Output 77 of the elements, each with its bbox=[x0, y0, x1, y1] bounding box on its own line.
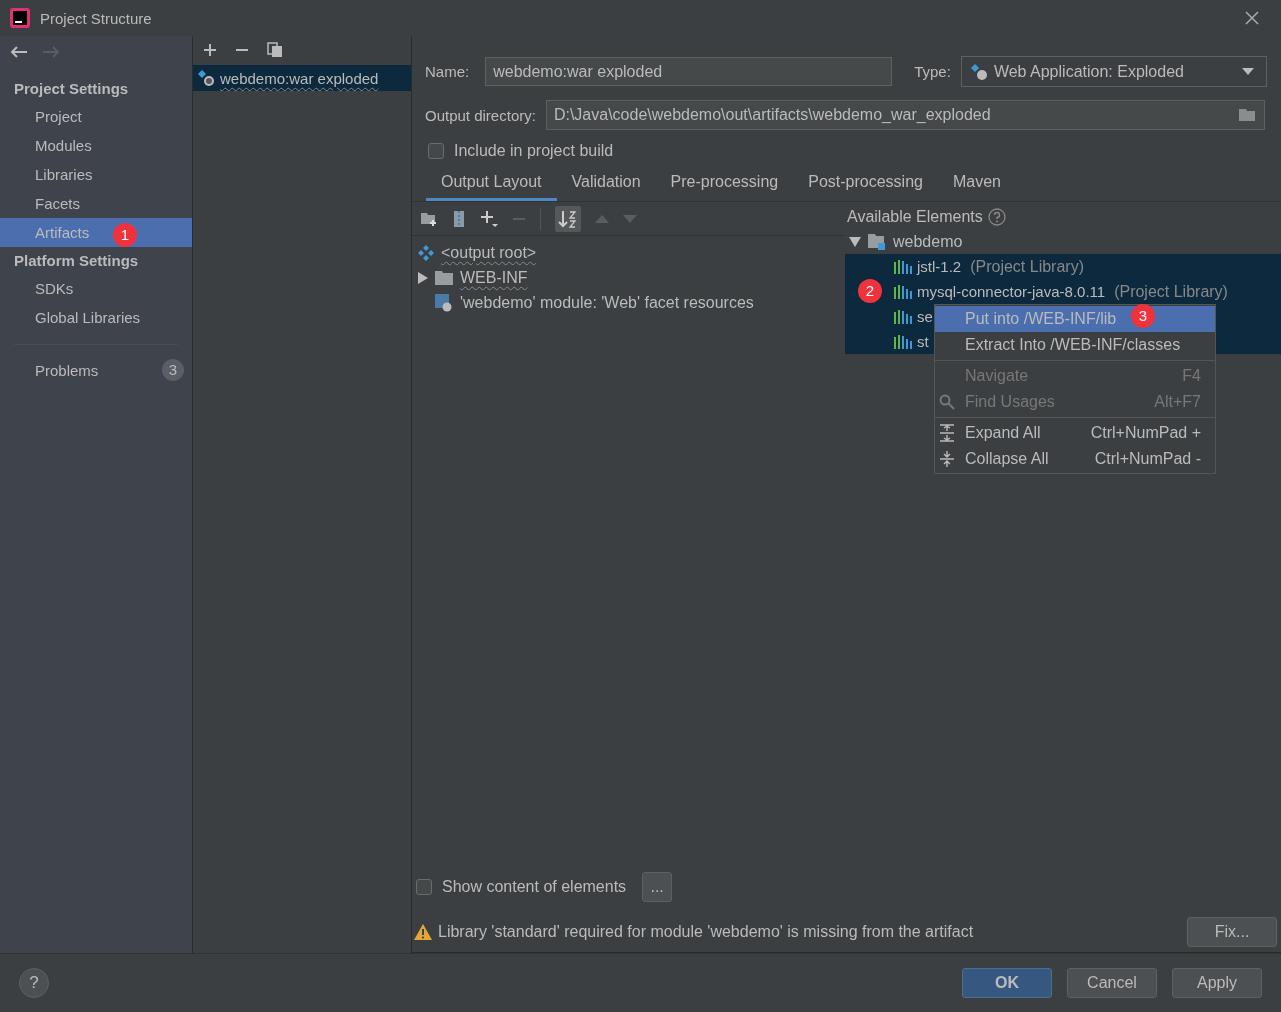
app-logo-icon bbox=[10, 8, 30, 28]
library-icon bbox=[894, 334, 912, 349]
web-module-icon bbox=[435, 293, 453, 312]
dialog-button[interactable]: Apply bbox=[1172, 968, 1262, 998]
folder-icon bbox=[435, 270, 453, 285]
tab[interactable]: Pre-processing bbox=[655, 173, 794, 201]
annotation-badge: 2 bbox=[858, 279, 882, 303]
library-row[interactable]: 2 mysql-connector-java-8.0.11 (Project Library) bbox=[845, 279, 1281, 304]
sidebar-item[interactable]: Libraries bbox=[0, 160, 192, 189]
checkbox[interactable] bbox=[416, 879, 432, 895]
dialog-button[interactable]: Cancel bbox=[1067, 968, 1157, 998]
help-button[interactable]: ? bbox=[19, 968, 49, 998]
tree-item[interactable]: 'webdemo' module: 'Web' facet resources bbox=[460, 293, 754, 312]
sidebar-item[interactable]: Project bbox=[0, 102, 192, 131]
menu-item[interactable]: Put into /WEB-INF/lib 3 bbox=[935, 306, 1215, 332]
library-icon bbox=[894, 309, 912, 324]
output-directory-field[interactable]: D:\Java\code\webdemo\out\artifacts\webdemo_war_exploded bbox=[545, 100, 1265, 130]
warning-message: Library 'standard' required for module 'webdemo' is missing from the artifact bbox=[438, 923, 974, 941]
sidebar-item[interactable]: Problems bbox=[35, 361, 162, 379]
tab[interactable]: Maven bbox=[937, 173, 1016, 201]
name-field[interactable]: webdemo:war exploded bbox=[485, 57, 893, 86]
tab[interactable]: Post-processing bbox=[793, 173, 938, 201]
sidebar-item[interactable]: Facets bbox=[0, 189, 192, 218]
dialog-button[interactable]: OK bbox=[962, 968, 1052, 998]
sidebar-item[interactable]: SDKs bbox=[0, 274, 192, 303]
checkbox[interactable] bbox=[428, 143, 444, 159]
folder-icon[interactable] bbox=[1239, 108, 1257, 122]
menu-item[interactable]: Extract Into /WEB-INF/classes bbox=[935, 332, 1215, 358]
library-row[interactable]: jstl-1.2 (Project Library) bbox=[845, 254, 1281, 279]
fix-button[interactable]: Fix... bbox=[1187, 917, 1277, 947]
name-label: Name: bbox=[425, 63, 470, 80]
output-root-icon bbox=[418, 244, 434, 261]
artifact-item[interactable]: webdemo:war exploded bbox=[193, 65, 411, 91]
problem-count: 3 bbox=[162, 359, 184, 381]
section-heading: Platform Settings bbox=[13, 251, 140, 271]
annotation-badge: 1 bbox=[113, 223, 137, 247]
sidebar-item[interactable]: Artifacts 1 bbox=[0, 218, 192, 247]
tree-item[interactable]: WEB-INF bbox=[460, 268, 528, 287]
web-artifact-icon bbox=[969, 62, 988, 81]
menu-item[interactable]: Collapse All Ctrl+NumPad - bbox=[935, 446, 1215, 472]
type-label: Type: bbox=[914, 63, 951, 80]
tab[interactable]: Validation bbox=[556, 173, 656, 201]
library-icon bbox=[894, 284, 912, 299]
new-folder-icon[interactable] bbox=[420, 210, 438, 227]
more-button[interactable]: ... bbox=[642, 872, 673, 902]
warning-icon bbox=[414, 924, 432, 940]
copy-icon[interactable] bbox=[267, 42, 283, 58]
tree-item[interactable]: <output root> bbox=[441, 243, 537, 262]
sidebar-item[interactable]: Global Libraries bbox=[0, 303, 192, 332]
expand-arrow-icon[interactable] bbox=[418, 271, 428, 284]
web-artifact-icon bbox=[197, 69, 215, 87]
show-content-label: Show content of elements bbox=[442, 878, 627, 896]
section-heading: Project Settings bbox=[13, 79, 130, 99]
output-directory-label: Output directory: bbox=[425, 106, 536, 124]
expand-arrow-icon[interactable] bbox=[849, 236, 861, 247]
tree-item[interactable]: webdemo bbox=[893, 232, 963, 251]
tab[interactable]: Output Layout bbox=[426, 173, 557, 201]
dropdown-arrow-icon bbox=[1242, 67, 1254, 76]
back-arrow-icon[interactable] bbox=[10, 45, 28, 59]
window-title: Project Structure bbox=[40, 9, 152, 27]
collapse-all-icon bbox=[939, 450, 955, 468]
menu-item[interactable]: Expand All Ctrl+NumPad + bbox=[935, 420, 1215, 446]
archive-icon[interactable] bbox=[452, 209, 466, 228]
expand-all-icon bbox=[939, 424, 955, 442]
annotation-badge: 3 bbox=[1131, 304, 1155, 328]
sidebar-item[interactable]: Modules bbox=[0, 131, 192, 160]
add-icon[interactable] bbox=[203, 43, 217, 57]
help-icon[interactable] bbox=[987, 207, 1006, 226]
add-icon[interactable] bbox=[480, 209, 498, 228]
search-icon bbox=[939, 394, 955, 410]
type-dropdown[interactable]: Web Application: Exploded bbox=[960, 56, 1267, 87]
sort-icon[interactable] bbox=[555, 205, 581, 232]
library-icon bbox=[894, 259, 912, 274]
available-elements-heading: Available Elements bbox=[847, 207, 983, 226]
close-icon[interactable] bbox=[1245, 11, 1259, 25]
include-label: Include in project build bbox=[454, 142, 614, 160]
module-folder-icon bbox=[868, 233, 886, 250]
